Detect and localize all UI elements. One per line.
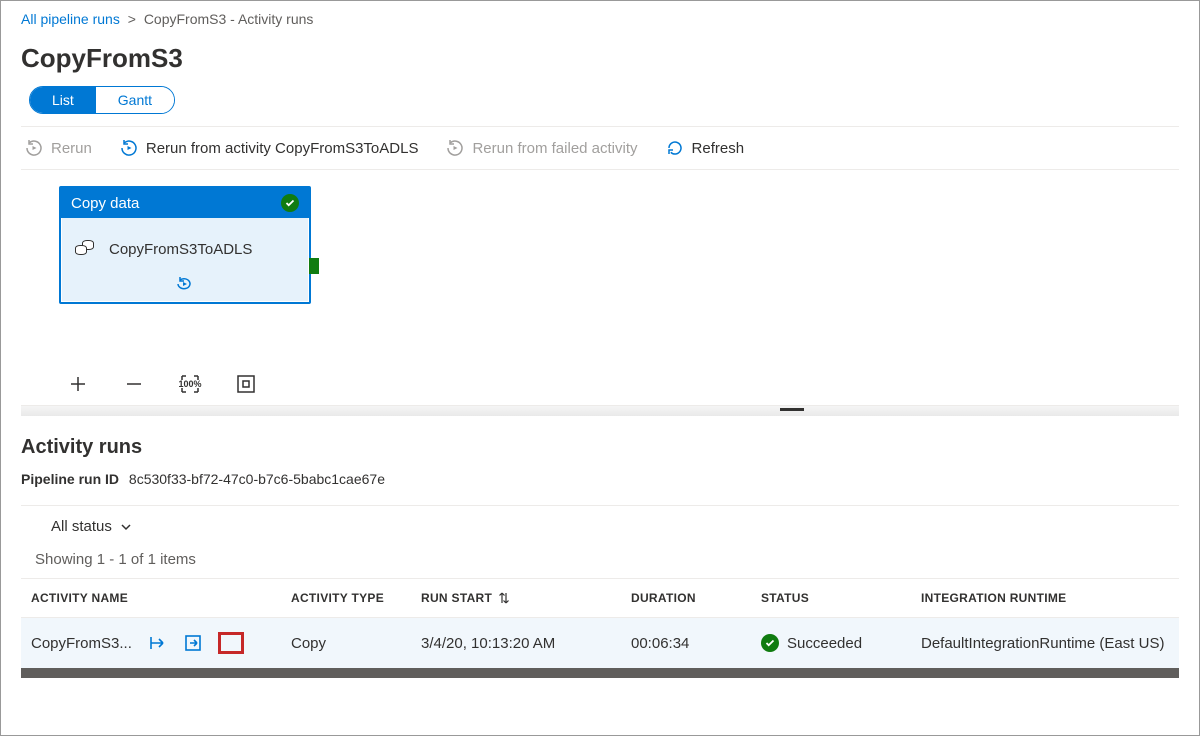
page-title: CopyFromS3 [1, 33, 1199, 86]
rerun-failed-label: Rerun from failed activity [472, 140, 637, 157]
cell-status: Succeeded [787, 635, 862, 652]
succeeded-status-icon [761, 634, 779, 652]
rerun-icon [25, 139, 43, 157]
col-duration[interactable]: Duration [631, 591, 761, 605]
refresh-button[interactable]: Refresh [666, 139, 745, 157]
table-header: Activity name Activity type Run start Du… [21, 578, 1179, 618]
toolbar: Rerun Rerun from activity CopyFromS3ToAD… [1, 127, 1199, 169]
breadcrumb-separator: > [128, 11, 136, 27]
cell-run-start: 3/4/20, 10:13:20 AM [421, 635, 631, 652]
activity-type-label: Copy data [71, 195, 139, 212]
breadcrumb-root-link[interactable]: All pipeline runs [21, 11, 120, 27]
cell-duration: 00:06:34 [631, 635, 761, 652]
run-id-label: Pipeline run ID [21, 471, 119, 487]
col-activity-name[interactable]: Activity name [31, 591, 291, 605]
activity-rerun-icon[interactable] [175, 276, 195, 292]
result-count-text: Showing 1 - 1 of 1 items [1, 543, 1199, 578]
zoom-toolbar: 100% [21, 361, 1179, 406]
zoom-out-button[interactable] [123, 373, 145, 395]
status-filter-label: All status [51, 518, 112, 535]
pipeline-canvas[interactable]: Copy data CopyFromS3ToADLS [21, 186, 1179, 361]
input-details-icon[interactable] [146, 632, 168, 654]
cell-activity-type: Copy [291, 635, 421, 652]
activity-runs-table: Activity name Activity type Run start Du… [21, 578, 1179, 668]
col-run-start[interactable]: Run start [421, 591, 631, 605]
rerun-button: Rerun [25, 139, 92, 157]
run-id-value: 8c530f33-bf72-47c0-b7c6-5babc1cae67e [129, 471, 385, 487]
view-toggle-gantt[interactable]: Gantt [96, 87, 174, 113]
rerun-from-activity-button[interactable]: Rerun from activity CopyFromS3ToADLS [120, 139, 419, 157]
status-filter-dropdown[interactable]: All status [51, 518, 132, 535]
cell-activity-name: CopyFromS3... [31, 635, 132, 652]
rerun-from-label: Rerun from activity CopyFromS3ToADLS [146, 140, 419, 157]
success-status-icon [281, 194, 299, 212]
view-details-glasses-icon[interactable] [218, 632, 244, 654]
zoom-fit-button[interactable] [235, 373, 257, 395]
view-toggle-list[interactable]: List [30, 87, 96, 113]
output-details-icon[interactable] [182, 632, 204, 654]
cell-integration-runtime: DefaultIntegrationRuntime (East US) [921, 635, 1189, 652]
table-row[interactable]: CopyFromS3... Copy 3/4/20, 10:13:20 AM 0… [21, 618, 1179, 668]
zoom-reset-button[interactable]: 100% [179, 373, 201, 395]
refresh-icon [666, 139, 684, 157]
copy-data-icon [75, 240, 97, 258]
rerun-failed-button: Rerun from failed activity [446, 139, 637, 157]
refresh-label: Refresh [692, 140, 745, 157]
pipeline-run-id-row: Pipeline run ID 8c530f33-bf72-47c0-b7c6-… [1, 469, 1199, 505]
rerun-failed-icon [446, 139, 464, 157]
rerun-label: Rerun [51, 140, 92, 157]
activity-runs-heading: Activity runs [1, 416, 1199, 469]
breadcrumb: All pipeline runs > CopyFromS3 - Activit… [1, 1, 1199, 33]
activity-node[interactable]: Copy data CopyFromS3ToADLS [59, 186, 311, 304]
table-scrollbar[interactable] [21, 668, 1179, 678]
canvas-scrollbar[interactable] [21, 406, 1179, 416]
col-status[interactable]: Status [761, 591, 921, 605]
activity-name-label: CopyFromS3ToADLS [109, 241, 252, 258]
col-integration-runtime[interactable]: Integration runtime [921, 591, 1189, 605]
sort-icon [498, 591, 510, 605]
rerun-from-icon [120, 139, 138, 157]
col-activity-type[interactable]: Activity type [291, 591, 421, 605]
chevron-down-icon [120, 521, 132, 533]
view-toggle: List Gantt [29, 86, 175, 114]
zoom-in-button[interactable] [67, 373, 89, 395]
output-handle[interactable] [309, 258, 319, 274]
breadcrumb-current: CopyFromS3 - Activity runs [144, 11, 314, 27]
